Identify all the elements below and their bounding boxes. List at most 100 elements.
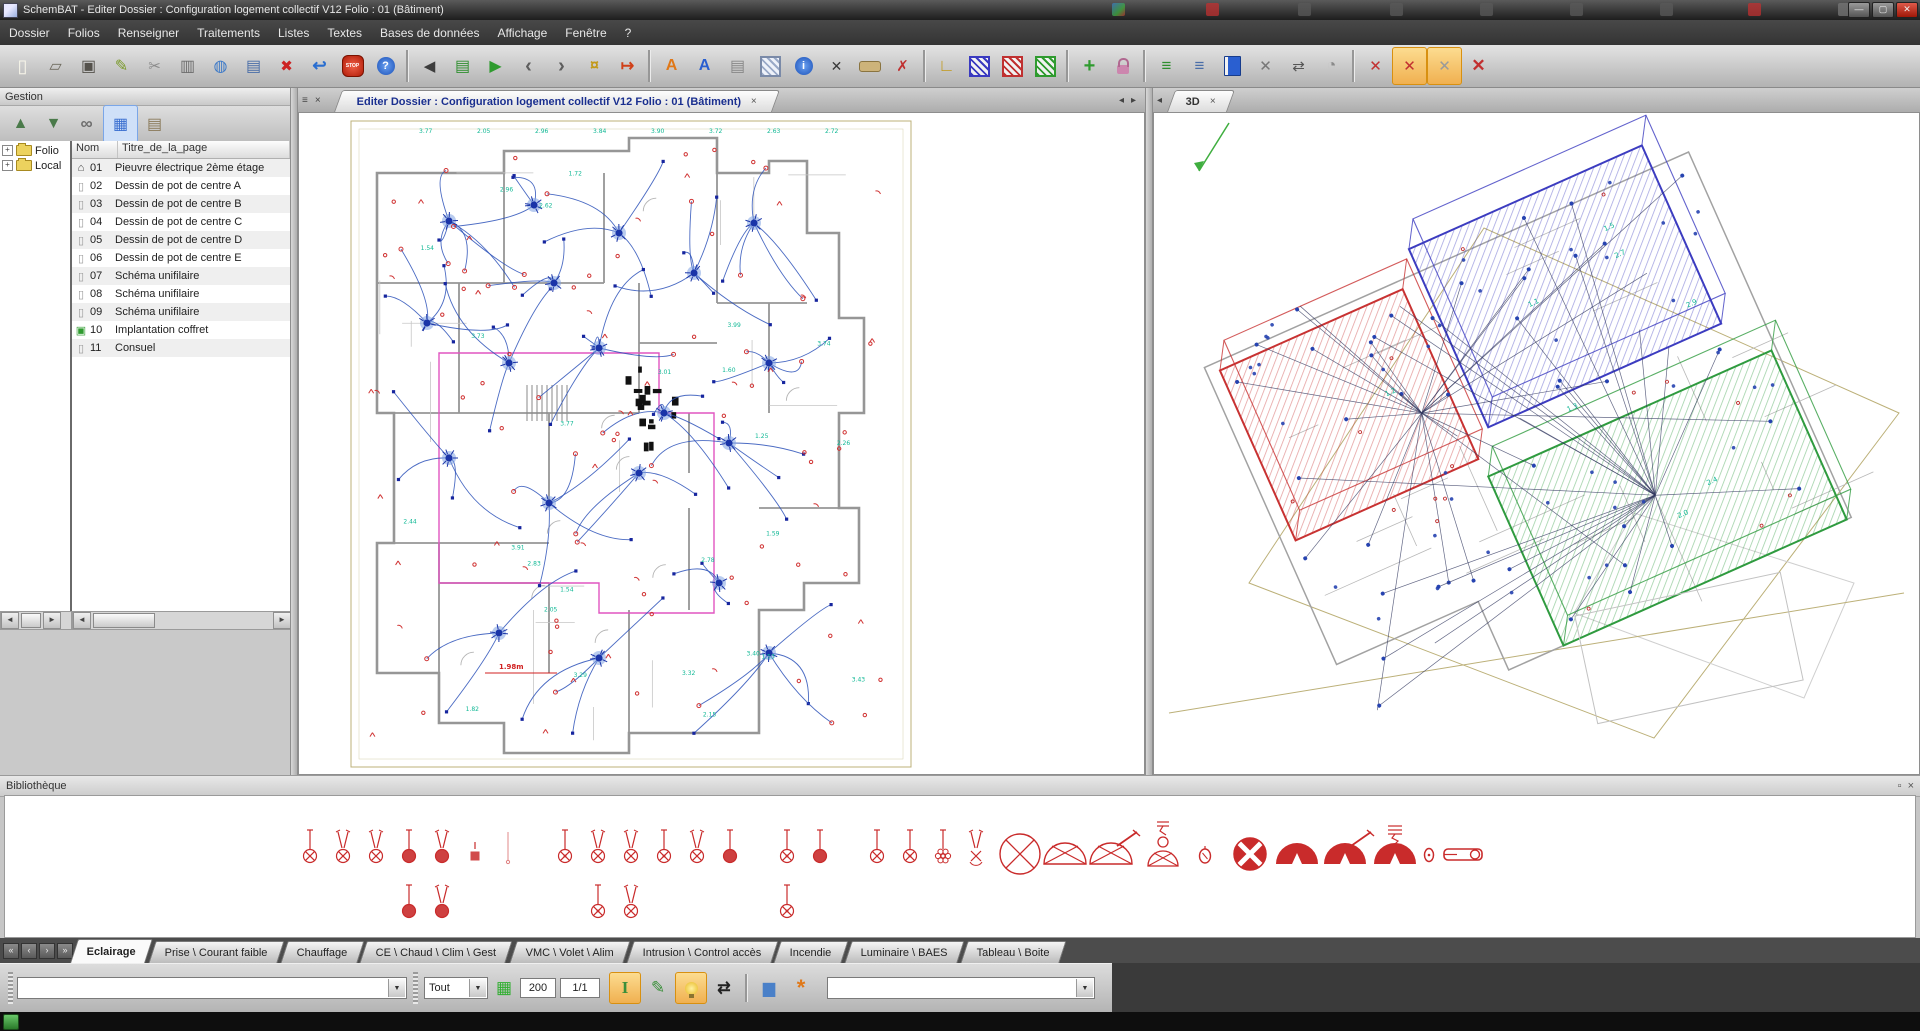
pin-icon[interactable]: ▫: [1898, 780, 1902, 792]
scroll-left-icon[interactable]: ◄: [1, 612, 19, 629]
folio-table-header[interactable]: Nom Titre_de_la_page: [72, 141, 290, 159]
cube-red[interactable]: [996, 48, 1029, 84]
page-delete[interactable]: ✗: [886, 48, 919, 84]
maximize-button[interactable]: ▢: [1872, 2, 1894, 18]
tree-item-folio[interactable]: +Folio: [0, 143, 70, 158]
new-document[interactable]: ▯: [6, 48, 39, 84]
folio-row-01[interactable]: ⌂01Pieuvre électrique 2ème étage: [72, 159, 290, 177]
scope-combo[interactable]: Tout ▼: [424, 977, 488, 999]
folio-row-04[interactable]: ▯04Dessin de pot de centre C: [72, 213, 290, 231]
tab-scroll-right-icon[interactable]: ▸: [1131, 95, 1136, 106]
menu-dossier[interactable]: Dossier: [0, 21, 59, 45]
folio-row-07[interactable]: ▯07Schéma unifilaire: [72, 267, 290, 285]
print-folios[interactable]: ▤: [138, 106, 171, 142]
pointer-red[interactable]: ↦: [611, 48, 644, 84]
add-symbols[interactable]: +: [1073, 48, 1106, 84]
folio-row-09[interactable]: ▯09Schéma unifilaire: [72, 303, 290, 321]
expander-icon[interactable]: +: [2, 145, 13, 156]
delete-selected[interactable]: ✕: [1392, 47, 1427, 85]
library-tab-incendie[interactable]: Incendie: [774, 941, 849, 963]
list-table[interactable]: ≡: [1183, 48, 1216, 84]
editor-tab[interactable]: Editer Dossier : Configuration logement …: [334, 90, 780, 112]
x-gray[interactable]: ✕: [1249, 48, 1282, 84]
nav-first[interactable]: ◀: [413, 48, 446, 84]
move-down[interactable]: ▼: [37, 106, 70, 142]
tab-close-icon[interactable]: ×: [751, 96, 757, 107]
erase-x[interactable]: ✕: [820, 48, 853, 84]
toolbar-grip[interactable]: [413, 972, 418, 1004]
delete-all[interactable]: ✕: [1462, 48, 1495, 84]
status-icon[interactable]: [3, 1014, 19, 1030]
menu-bases-de-donn-es[interactable]: Bases de données: [371, 21, 488, 45]
symbol-filter-combo[interactable]: ▼: [17, 977, 407, 999]
minimize-button[interactable]: —: [1848, 2, 1870, 18]
floorplan-canvas[interactable]: 1.541.542.052.151.601.533.993.433.291.25…: [298, 112, 1145, 775]
folio-row-03[interactable]: ▯03Dessin de pot de centre B: [72, 195, 290, 213]
user-sync[interactable]: ◍: [204, 48, 237, 84]
draw-pencil[interactable]: ✎: [643, 973, 673, 1003]
list-green[interactable]: ≡: [1150, 48, 1183, 84]
menu-affichage[interactable]: Affichage: [488, 21, 556, 45]
column-titre[interactable]: Titre_de_la_page: [118, 141, 290, 158]
close-button[interactable]: ✕: [1896, 2, 1918, 18]
hatch-square[interactable]: [754, 48, 787, 84]
tab-scroll-left-icon[interactable]: ◂: [1157, 95, 1162, 106]
folio-row-05[interactable]: ▯05Dessin de pot de centre D: [72, 231, 290, 249]
tab-close-icon[interactable]: ×: [1210, 96, 1216, 107]
axis-3d[interactable]: ∟: [930, 48, 963, 84]
scroll-left-icon[interactable]: ◄: [73, 612, 91, 629]
help[interactable]: ?: [369, 48, 402, 84]
menu-renseigner[interactable]: Renseigner: [109, 21, 188, 45]
tree-hscrollbar[interactable]: ◄ ►: [0, 611, 72, 630]
table-view[interactable]: ▦: [103, 105, 138, 143]
tab-nav-icon[interactable]: «: [3, 943, 19, 959]
viewer3d-tab[interactable]: 3D ×: [1167, 90, 1235, 112]
key-tool[interactable]: ¤: [578, 48, 611, 84]
info[interactable]: i: [787, 48, 820, 84]
library-tab-tableau-boite[interactable]: Tableau \ Boite: [960, 941, 1066, 963]
folio-row-08[interactable]: ▯08Schéma unifilaire: [72, 285, 290, 303]
folio-row-06[interactable]: ▯06Dessin de pot de centre E: [72, 249, 290, 267]
open-folder[interactable]: ▱: [39, 48, 72, 84]
delete[interactable]: ✖: [270, 48, 303, 84]
print[interactable]: ▤: [237, 48, 270, 84]
scroll-right-icon[interactable]: ►: [273, 612, 291, 629]
stop[interactable]: STOP: [336, 48, 369, 84]
edit-pencil[interactable]: ✎: [105, 48, 138, 84]
viewer3d-canvas[interactable]: 2.71.12.02.92.41.31.21.5: [1153, 112, 1920, 775]
menu-listes[interactable]: Listes: [269, 21, 318, 45]
close-panel-icon[interactable]: ×: [1908, 780, 1914, 792]
tab-nav-icon[interactable]: ›: [39, 943, 55, 959]
library-tab-intrusion-control-accès[interactable]: Intrusion \ Control accès: [626, 941, 778, 963]
library-tab-prise-courant-faible[interactable]: Prise \ Courant faible: [148, 941, 284, 963]
library-tab-luminaire-baes[interactable]: Luminaire \ BAES: [844, 941, 964, 963]
menu-fen-tre[interactable]: Fenêtre: [556, 21, 615, 45]
lock[interactable]: [1106, 48, 1139, 84]
menu-?[interactable]: ?: [616, 21, 641, 45]
undo[interactable]: ↩: [303, 48, 336, 84]
cube-green[interactable]: [1029, 48, 1062, 84]
cube-blue[interactable]: [963, 48, 996, 84]
library-tab-ce-chaud-clim-gest[interactable]: CE \ Chaud \ Clim \ Gest: [360, 941, 514, 963]
symbol-library[interactable]: [4, 795, 1916, 938]
toolbar-grip[interactable]: [8, 972, 13, 1004]
table-hscrollbar[interactable]: ◄ ►: [72, 611, 292, 630]
splitter-left[interactable]: [290, 88, 298, 775]
dim-rect[interactable]: [853, 48, 886, 84]
swap-arrows[interactable]: ⇄: [709, 973, 739, 1003]
x-tool-selected[interactable]: ✕: [1427, 47, 1462, 85]
grid-size-field[interactable]: 200: [520, 978, 556, 998]
chevron-left[interactable]: ‹: [512, 48, 545, 84]
folio-row-02[interactable]: ▯02Dessin de pot de centre A: [72, 177, 290, 195]
column-nom[interactable]: Nom: [72, 141, 118, 158]
chevron-right[interactable]: ›: [545, 48, 578, 84]
expander-icon[interactable]: +: [2, 160, 13, 171]
text-orange[interactable]: A: [655, 48, 688, 84]
insert-column[interactable]: I: [609, 972, 641, 1004]
text-blue[interactable]: A: [688, 48, 721, 84]
menu-textes[interactable]: Textes: [318, 21, 371, 45]
menu-traitements[interactable]: Traitements: [188, 21, 269, 45]
scroll-thumb[interactable]: [93, 613, 155, 628]
selection-combo[interactable]: ▼: [827, 977, 1095, 999]
library-tab-chauffage[interactable]: Chauffage: [280, 941, 364, 963]
